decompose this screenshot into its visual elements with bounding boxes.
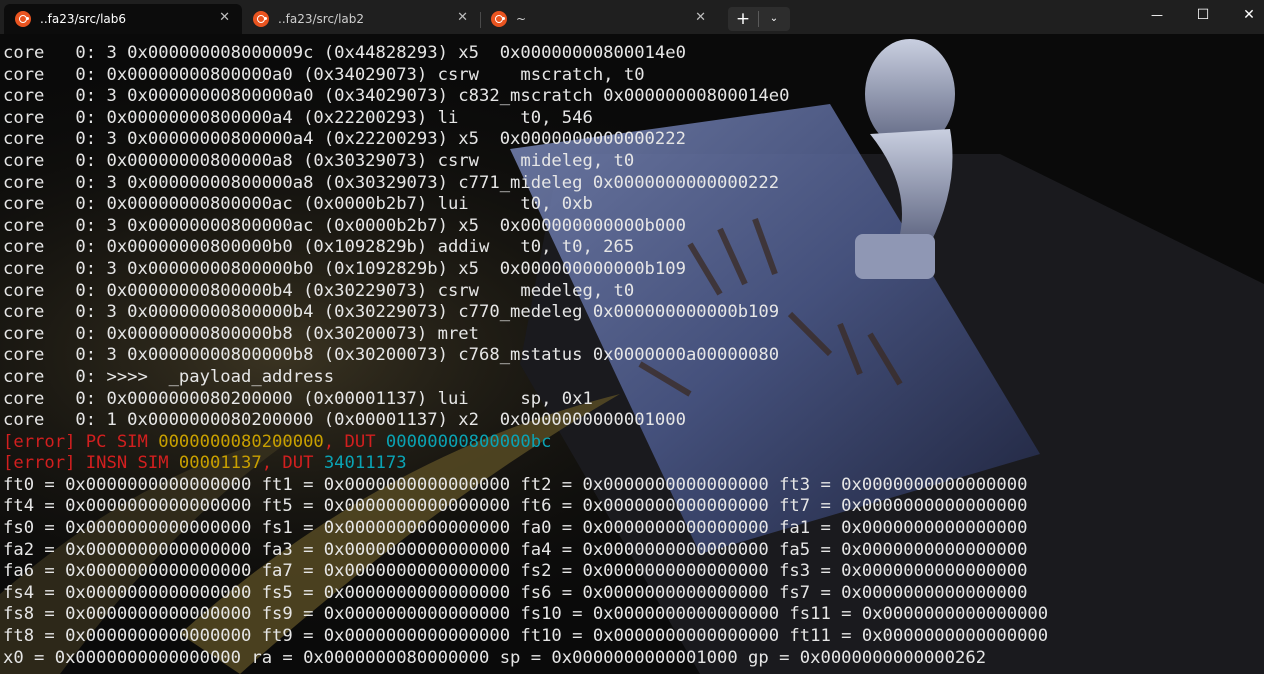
terminal-text: , DUT <box>261 453 324 474</box>
chevron-down-icon[interactable]: ⌄ <box>759 7 789 31</box>
terminal-line: fs4 = 0x0000000000000000 fs5 = 0x0000000… <box>3 583 1261 605</box>
terminal-line: fa2 = 0x0000000000000000 fa3 = 0x0000000… <box>3 540 1261 562</box>
terminal-text: core 0: 0x00000000800000b0 (0x1092829b) … <box>3 237 635 258</box>
close-icon[interactable]: ✕ <box>457 10 468 26</box>
terminal-text: core 0: 0x00000000800000b4 (0x30229073) … <box>3 280 635 301</box>
terminal-text: 00000000800000bc <box>385 431 552 452</box>
terminal-line: core 0: 0x00000000800000a4 (0x22200293) … <box>3 108 1261 130</box>
terminal-line: x0 = 0x0000000000000000 ra = 0x000000008… <box>3 648 1261 670</box>
terminal-text: core 0: 0x00000000800000ac (0x0000b2b7) … <box>3 194 593 215</box>
terminal-text: core 0: 3 0x00000000800000b4 (0x30229073… <box>3 302 780 323</box>
terminal-line: core 0: 1 0x0000000080200000 (0x00001137… <box>3 410 1261 432</box>
terminal-line: fa6 = 0x0000000000000000 fa7 = 0x0000000… <box>3 561 1261 583</box>
tab-title: ..fa23/src/lab6 <box>40 12 127 26</box>
maximize-button[interactable]: ☐ <box>1180 0 1226 30</box>
close-window-button[interactable]: ✕ <box>1226 0 1264 30</box>
terminal-text: core 0: 0x00000000800000a4 (0x22200293) … <box>3 107 593 128</box>
terminal-text: core 0: 3 0x000000008000009c (0x44828293… <box>3 43 686 63</box>
terminal-line: core 0: 0x00000000800000b4 (0x30229073) … <box>3 281 1261 303</box>
terminal-line: core 0: 0x00000000800000a8 (0x30329073) … <box>3 151 1261 173</box>
new-tab-group: + ⌄ <box>728 7 790 31</box>
terminal-text: core 0: 0x0000000080200000 (0x00001137) … <box>3 388 593 409</box>
terminal-line: core 0: 3 0x00000000800000b0 (0x1092829b… <box>3 259 1261 281</box>
ubuntu-icon <box>491 11 507 27</box>
terminal-text: core 0: 3 0x00000000800000a8 (0x30329073… <box>3 172 780 193</box>
terminal-output[interactable]: core 0: 3 0x000000008000009c (0x44828293… <box>3 43 1261 674</box>
terminal-text: [error] PC SIM <box>3 431 159 452</box>
terminal-line: core 0: 3 0x00000000800000a0 (0x34029073… <box>3 86 1261 108</box>
terminal-text: ft8 = 0x0000000000000000 ft9 = 0x0000000… <box>3 626 1049 647</box>
close-icon[interactable]: ✕ <box>695 10 706 26</box>
terminal-text: core 0: 1 0x0000000080200000 (0x00001137… <box>3 410 686 431</box>
tab-lab6[interactable]: ..fa23/src/lab6 ✕ <box>4 4 242 34</box>
ubuntu-icon <box>253 11 269 27</box>
terminal-line: core 0: 3 0x00000000800000b8 (0x30200073… <box>3 345 1261 367</box>
terminal-text: , DUT <box>323 431 386 452</box>
terminal-text: core 0: 3 0x00000000800000a4 (0x22200293… <box>3 129 686 150</box>
terminal-line: core 0: >>>> _payload_address <box>3 367 1261 389</box>
terminal-text: core 0: 3 0x00000000800000ac (0x0000b2b7… <box>3 215 686 236</box>
terminal-line: core 0: 3 0x00000000800000b4 (0x30229073… <box>3 302 1261 324</box>
terminal-line: core 0: 0x00000000800000b0 (0x1092829b) … <box>3 237 1261 259</box>
terminal-line: ft4 = 0x0000000000000000 ft5 = 0x0000000… <box>3 496 1261 518</box>
terminal-text: 34011173 <box>323 453 407 474</box>
terminal-line: core 0: 0x00000000800000a0 (0x34029073) … <box>3 65 1261 87</box>
terminal-line: core 0: 3 0x000000008000009c (0x44828293… <box>3 43 1261 65</box>
terminal-line: [error] INSN SIM 00001137, DUT 34011173 <box>3 453 1261 475</box>
terminal-text: fa2 = 0x0000000000000000 fa3 = 0x0000000… <box>3 539 1028 560</box>
terminal-text: core 0: 3 0x00000000800000a0 (0x34029073… <box>3 86 790 107</box>
terminal-line: core 0: 3 0x00000000800000a4 (0x22200293… <box>3 129 1261 151</box>
terminal-text: core 0: 0x00000000800000a0 (0x34029073) … <box>3 64 645 85</box>
terminal-text: core 0: 3 0x00000000800000b8 (0x30200073… <box>3 345 780 366</box>
tab-home[interactable]: ~ ✕ <box>480 4 718 34</box>
terminal-text: fa6 = 0x0000000000000000 fa7 = 0x0000000… <box>3 561 1028 582</box>
terminal-text: core 0: 0x00000000800000a8 (0x30329073) … <box>3 150 635 171</box>
terminal-line: core 0: 3 0x00000000800000a8 (0x30329073… <box>3 173 1261 195</box>
terminal-line: ft0 = 0x0000000000000000 ft1 = 0x0000000… <box>3 475 1261 497</box>
terminal-line: ft8 = 0x0000000000000000 ft9 = 0x0000000… <box>3 626 1261 648</box>
close-icon[interactable]: ✕ <box>219 10 230 26</box>
terminal-text: fs4 = 0x0000000000000000 fs5 = 0x0000000… <box>3 582 1028 603</box>
ubuntu-icon <box>15 11 31 27</box>
terminal-text: ft4 = 0x0000000000000000 ft5 = 0x0000000… <box>3 496 1028 517</box>
terminal-text: ft0 = 0x0000000000000000 ft1 = 0x0000000… <box>3 474 1028 495</box>
title-bar: ..fa23/src/lab6 ✕ ..fa23/src/lab2 ✕ ~ ✕ … <box>0 0 1264 34</box>
terminal-line: core 0: 0x0000000080200000 (0x00001137) … <box>3 389 1261 411</box>
terminal-line: [error] PC SIM 0000000080200000, DUT 000… <box>3 432 1261 454</box>
tab-title: ~ <box>516 12 527 26</box>
terminal-text: fs0 = 0x0000000000000000 fs1 = 0x0000000… <box>3 518 1028 539</box>
terminal-line: fs8 = 0x0000000000000000 fs9 = 0x0000000… <box>3 604 1261 626</box>
terminal-text: core 0: 3 0x00000000800000b0 (0x1092829b… <box>3 258 686 279</box>
terminal-text: x0 = 0x0000000000000000 ra = 0x000000008… <box>3 647 987 668</box>
terminal-line: core 0: 0x00000000800000ac (0x0000b2b7) … <box>3 194 1261 216</box>
new-tab-button[interactable]: + <box>728 7 758 31</box>
terminal-line: core 0: 0x00000000800000b8 (0x30200073) … <box>3 324 1261 346</box>
terminal-window: ..fa23/src/lab6 ✕ ..fa23/src/lab2 ✕ ~ ✕ … <box>0 0 1264 674</box>
tab-title: ..fa23/src/lab2 <box>278 12 365 26</box>
minimize-button[interactable]: — <box>1134 0 1180 30</box>
terminal-line: fs0 = 0x0000000000000000 fs1 = 0x0000000… <box>3 518 1261 540</box>
terminal-text: fs8 = 0x0000000000000000 fs9 = 0x0000000… <box>3 604 1049 625</box>
tab-lab2[interactable]: ..fa23/src/lab2 ✕ <box>242 4 480 34</box>
terminal-text: core 0: >>>> _payload_address <box>3 366 335 387</box>
terminal-line: core 0: 3 0x00000000800000ac (0x0000b2b7… <box>3 216 1261 238</box>
terminal-text: 00001137 <box>178 453 262 474</box>
terminal-text: [error] INSN SIM <box>3 453 179 474</box>
terminal-text: 0000000080200000 <box>158 431 324 452</box>
terminal-text: core 0: 0x00000000800000b8 (0x30200073) … <box>3 323 479 344</box>
